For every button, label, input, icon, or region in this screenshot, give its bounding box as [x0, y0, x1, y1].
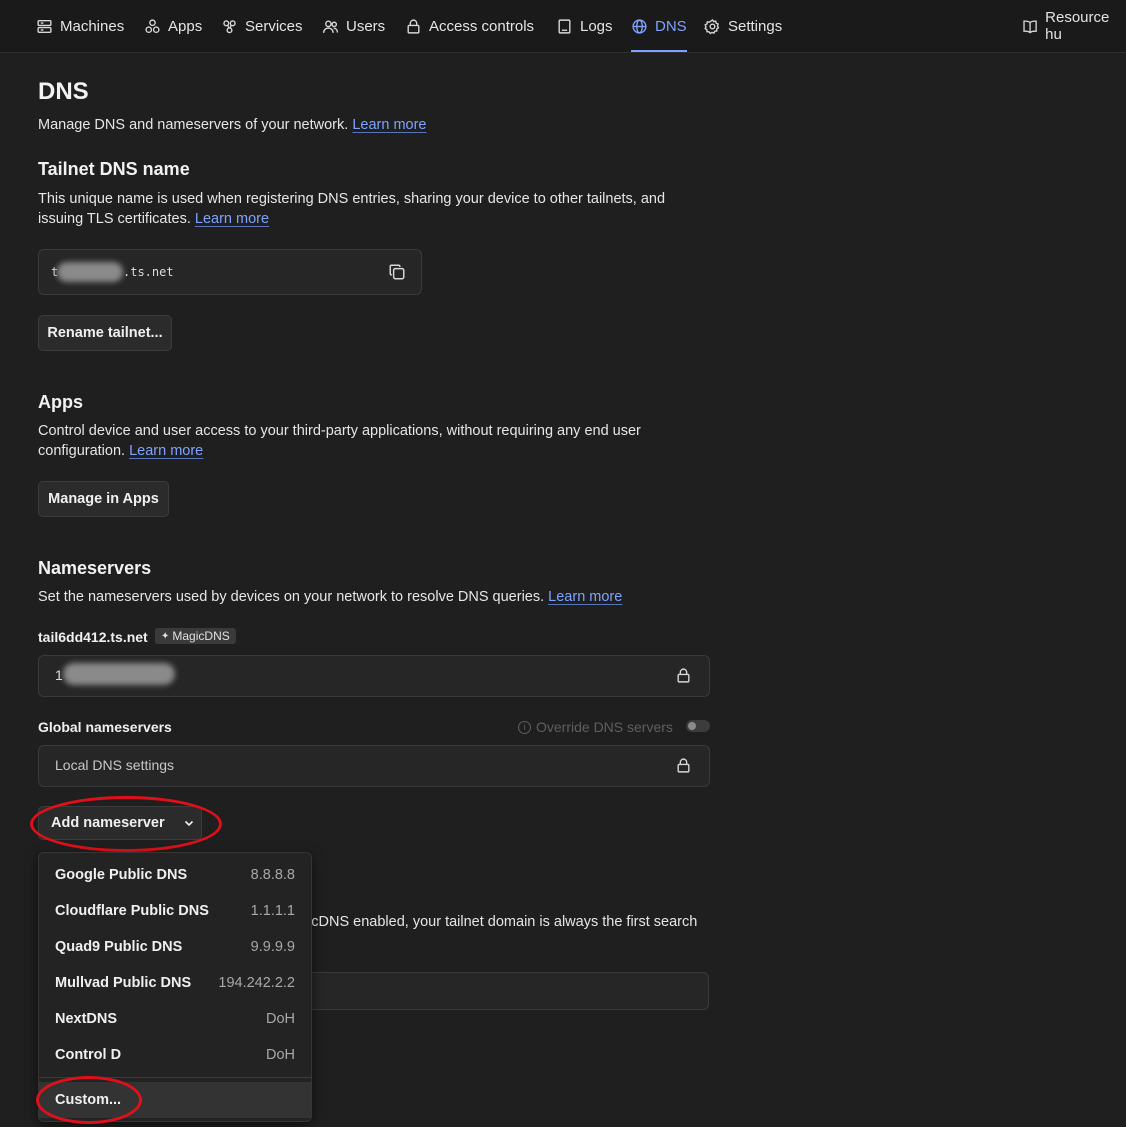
nav-label: Settings [728, 17, 783, 35]
annotation-circle [36, 1076, 142, 1124]
rename-tailnet-button[interactable]: Rename tailnet... [38, 315, 172, 351]
nav-label: Logs [580, 17, 613, 35]
nav-label: Services [245, 17, 303, 35]
menu-item-mullvad-dns[interactable]: Mullvad Public DNS 194.242.2.2 [39, 965, 311, 1001]
lock-icon [407, 19, 420, 34]
server-icon [37, 19, 52, 33]
nav-label: DNS [655, 17, 687, 35]
lock-icon [677, 758, 690, 773]
menu-item-controld[interactable]: Control D DoH [39, 1037, 311, 1073]
top-navigation: Machines Apps Services Users Access cont… [0, 0, 1126, 53]
sparkle-icon: ✦ [161, 630, 170, 642]
page-subtitle: Manage DNS and nameservers of your netwo… [38, 117, 427, 133]
apps-icon [145, 18, 160, 33]
learn-more-link[interactable]: Learn more [352, 117, 426, 133]
book-icon [1023, 19, 1037, 33]
override-dns-label: i Override DNS servers [518, 719, 673, 735]
nav-users[interactable]: Users [322, 0, 385, 52]
apps-description: Control device and user access to your t… [38, 423, 641, 459]
magicdns-nameserver-field: 1 [38, 655, 710, 697]
nav-label: Machines [60, 17, 125, 35]
annotation-circle [30, 796, 222, 852]
tailnet-name-suffix: .ts.net [123, 265, 174, 279]
nav-settings[interactable]: Settings [704, 0, 782, 52]
nav-logs[interactable]: Logs [556, 0, 613, 52]
learn-more-link[interactable]: Learn more [129, 443, 203, 459]
nameservers-description: Set the nameservers used by devices on y… [38, 589, 623, 605]
nav-apps[interactable]: Apps [144, 0, 202, 52]
page-title: DNS [38, 78, 89, 105]
nav-label: Resource hu [1045, 9, 1110, 43]
learn-more-link[interactable]: Learn more [195, 211, 269, 227]
local-dns-text: Local DNS settings [55, 757, 175, 773]
nav-label: Access controls [429, 17, 535, 35]
override-dns-toggle[interactable] [686, 720, 710, 732]
menu-item-nextdns[interactable]: NextDNS DoH [39, 1001, 311, 1037]
learn-more-link[interactable]: Learn more [548, 589, 622, 605]
lock-icon [677, 668, 690, 683]
users-icon [322, 19, 339, 33]
nav-label: Apps [168, 17, 203, 35]
nav-resource-hub[interactable]: Resource hu [1022, 0, 1126, 52]
menu-item-cloudflare-dns[interactable]: Cloudflare Public DNS 1.1.1.1 [39, 893, 311, 929]
globe-icon [632, 18, 647, 34]
nav-dns[interactable]: DNS [631, 0, 687, 52]
search-domains-description: gicDNS enabled, your tailnet domain is a… [300, 914, 698, 930]
magicdns-value: 1 [55, 667, 63, 683]
info-icon: i [518, 720, 531, 734]
apps-heading: Apps [38, 392, 83, 412]
nav-services[interactable]: Services [221, 0, 303, 52]
magicdns-badge: ✦ MagicDNS [155, 628, 236, 644]
search-domains-field [300, 972, 709, 1010]
nav-machines[interactable]: Machines [36, 0, 124, 52]
tailnet-name-field[interactable]: t .ts.net [38, 249, 422, 295]
services-icon [223, 19, 236, 33]
menu-item-google-dns[interactable]: Google Public DNS 8.8.8.8 [39, 857, 311, 893]
tailnet-heading: Tailnet DNS name [38, 159, 190, 179]
menu-item-quad9-dns[interactable]: Quad9 Public DNS 9.9.9.9 [39, 929, 311, 965]
redacted-blur [63, 663, 175, 685]
global-nameserver-field: Local DNS settings [38, 745, 710, 787]
nameservers-heading: Nameservers [38, 558, 152, 578]
logs-icon [558, 18, 571, 34]
gear-icon [704, 18, 720, 34]
nav-label: Users [346, 17, 386, 35]
tailnet-description: This unique name is used when registerin… [38, 191, 666, 227]
global-nameservers-label: Global nameservers [38, 719, 172, 735]
nav-access-controls[interactable]: Access controls [405, 0, 534, 52]
tailnet-nameserver-label: tail6dd412.ts.net [38, 629, 148, 645]
manage-in-apps-button[interactable]: Manage in Apps [38, 481, 169, 517]
copy-icon[interactable] [388, 263, 406, 281]
redacted-blur [57, 262, 123, 282]
